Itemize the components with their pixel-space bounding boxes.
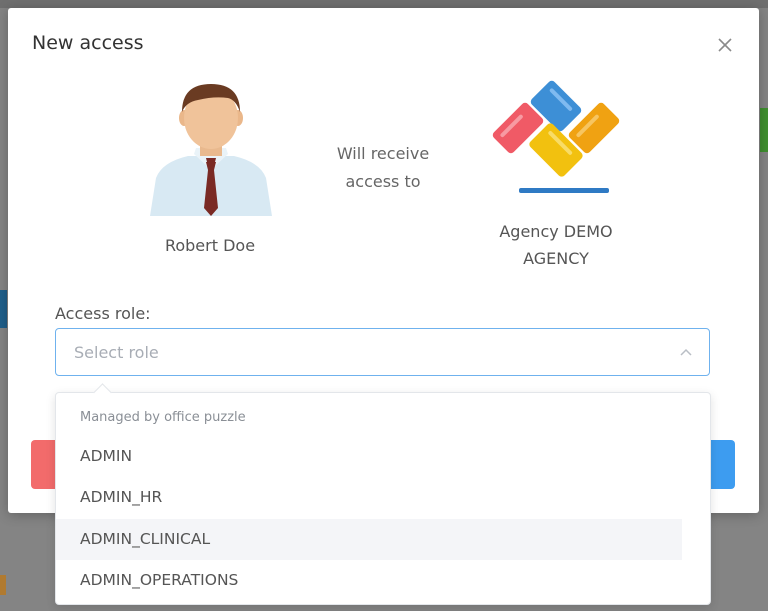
- connector-text: Will receive access to: [308, 140, 458, 196]
- agency-name-line-2: AGENCY: [523, 249, 589, 268]
- dialog-title: New access: [32, 32, 144, 54]
- access-role-label: Access role:: [55, 304, 151, 323]
- access-role-select[interactable]: Select role: [55, 328, 710, 376]
- person-avatar-icon: [148, 78, 274, 216]
- agency-name-line-1: Agency DEMO: [499, 222, 613, 241]
- dropdown-group-label: Managed by office puzzle: [80, 410, 246, 425]
- grantee-name: Robert Doe: [164, 236, 256, 255]
- role-dropdown-menu: Managed by office puzzle ADMIN ADMIN_HR …: [55, 383, 711, 605]
- background-blue-element: [0, 290, 7, 328]
- connector-line-2: access to: [345, 172, 421, 191]
- agency-name: Agency DEMO AGENCY: [468, 218, 644, 272]
- role-option-admin-clinical[interactable]: ADMIN_CLINICAL: [56, 519, 682, 560]
- agency-logo-icon: [486, 74, 626, 200]
- role-option-admin-operations[interactable]: ADMIN_OPERATIONS: [56, 560, 682, 601]
- background-header-strip: [0, 0, 768, 8]
- role-option-admin[interactable]: ADMIN: [56, 436, 682, 477]
- role-select-placeholder: Select role: [74, 343, 159, 362]
- chevron-up-icon: [679, 345, 693, 359]
- role-option-admin-hr[interactable]: ADMIN_HR: [56, 477, 682, 518]
- background-icon: [0, 575, 6, 595]
- connector-line-1: Will receive: [336, 144, 430, 163]
- background-green-element: [760, 108, 768, 152]
- close-icon[interactable]: [715, 35, 735, 55]
